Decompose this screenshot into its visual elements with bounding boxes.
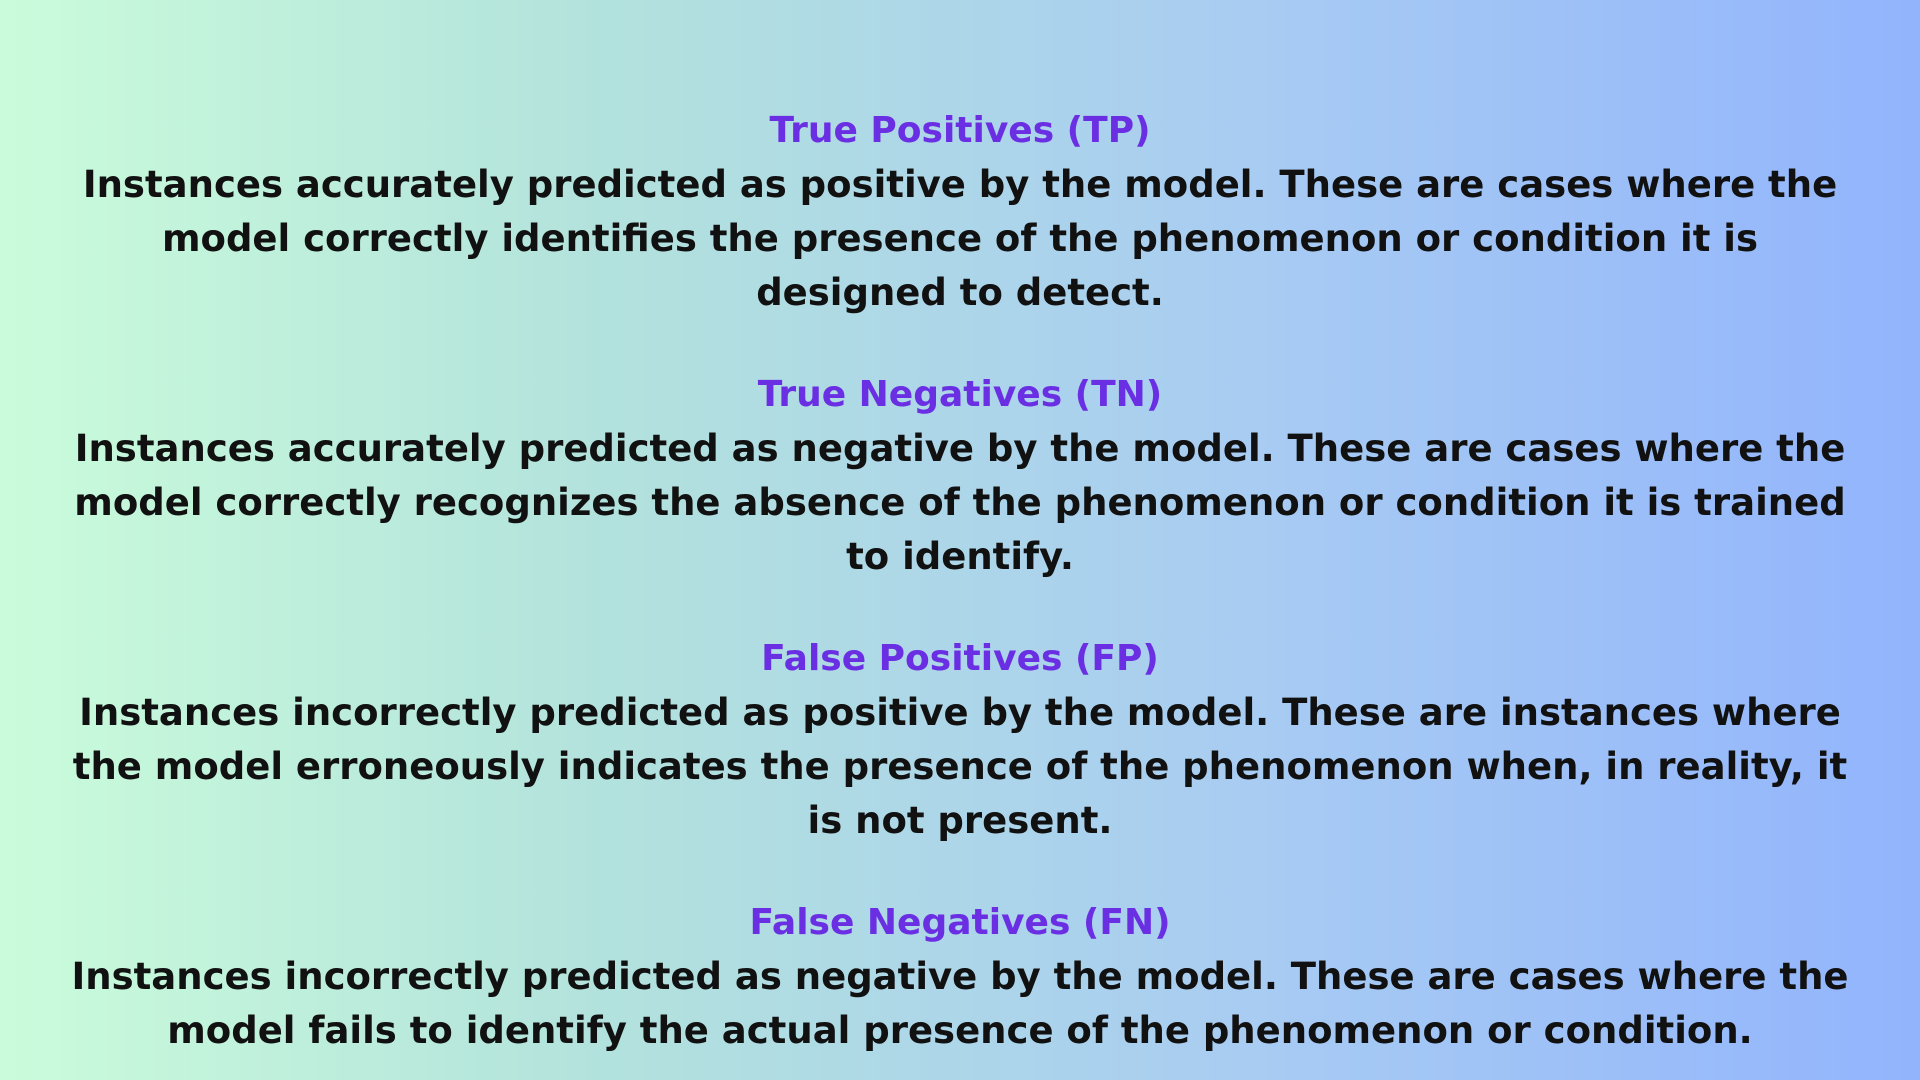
definition-true-positives: Instances accurately predicted as positi… [82, 163, 1838, 314]
section-true-negatives: True Negatives (TN) Instances accurately… [60, 368, 1860, 584]
term-title-true-positives: True Positives (TP) [769, 110, 1151, 151]
term-title-false-positives: False Positives (FP) [761, 638, 1159, 679]
term-title-false-negatives: False Negatives (FN) [749, 902, 1171, 943]
definition-false-negatives: Instances incorrectly predicted as negat… [71, 955, 1849, 1052]
section-true-positives: True Positives (TP) Instances accurately… [60, 104, 1860, 320]
term-title-true-negatives: True Negatives (TN) [757, 374, 1163, 415]
section-false-positives: False Positives (FP) Instances incorrect… [60, 632, 1860, 848]
definitions-panel: True Positives (TP) Instances accurately… [60, 104, 1860, 1058]
section-false-negatives: False Negatives (FN) Instances incorrect… [60, 896, 1860, 1058]
definition-false-positives: Instances incorrectly predicted as posit… [72, 691, 1848, 842]
definition-true-negatives: Instances accurately predicted as negati… [74, 427, 1846, 578]
